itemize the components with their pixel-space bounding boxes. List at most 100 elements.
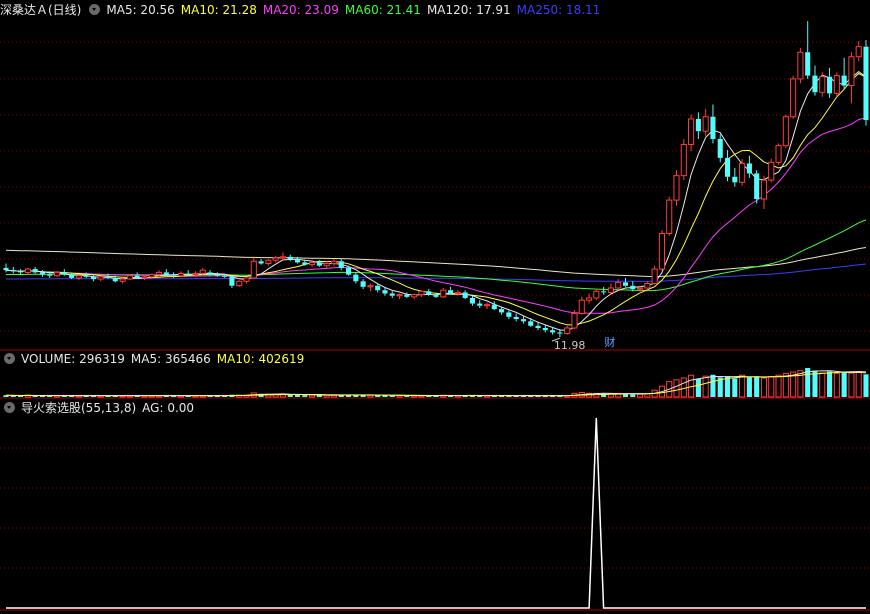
candle-body-up [199,269,206,275]
candle-body-down [469,297,475,304]
candle-body-down [338,261,344,268]
candle-body-down [433,294,439,297]
candle-body-up [272,257,279,261]
candle-body-down [491,304,497,310]
candle-body-up [418,290,425,296]
candle-body-down [404,294,410,297]
indicator-label: MA5: 365466 [130,352,211,366]
dropdown-circle-icon[interactable] [4,402,15,413]
volume-bar-down [754,376,760,397]
candle-body-down [83,275,89,277]
volume-bar-up [309,394,316,398]
volume-bar-down [863,374,869,397]
volume-bar-up [775,374,782,398]
indicator-label: MA5: 20.56 [106,3,175,17]
candle-body-up [651,268,658,285]
signal-indicator-list: 导火索选股(55,13,8) AG: 0.00 [21,401,200,415]
candle-body-down [345,267,352,275]
candle-body-down [302,262,308,265]
volume-bar-down [287,394,293,397]
volume-bar-down [695,378,701,397]
candle-body-up [782,116,789,147]
volume-bar-down [841,372,847,397]
candle-body-down [528,321,534,326]
volume-bar-up [637,393,644,398]
candle-body-up [833,75,840,94]
price-panel-header: 深桑达Ａ(日线) MA5: 20.56 MA10: 21.28 MA20: 23.09… [0,0,612,20]
candle-body-down [717,138,723,158]
candle-body-down [535,325,541,328]
candle-body-up [586,297,593,301]
candle-body-down [550,330,556,333]
volume-bar-down [302,395,308,397]
volume-bar-down [389,395,395,397]
candle-body-down [542,327,548,331]
candle-body-up [367,285,374,288]
candle-body-down [732,176,738,183]
dropdown-circle-icon[interactable] [4,353,15,364]
candle-body-down [185,273,191,275]
candle-body-down [229,276,235,286]
indicator-label: MA60: 21.41 [344,3,421,17]
candle-body-down [375,285,381,291]
candle-body-down [477,303,483,306]
volume-indicator-list: VOLUME: 296319 MA5: 365466 MA10: 402619 [21,352,310,366]
volume-bar-down [812,370,818,397]
candle-body-down [754,173,760,200]
volume-panel-header: VOLUME: 296319 MA5: 365466 MA10: 402619 [0,349,316,369]
candle-body-down [426,291,432,295]
indicator-label: MA120: 17.91 [426,3,511,17]
candle-body-up [483,304,491,307]
candle-body-down [695,118,701,132]
candle-body-up [688,118,695,146]
candle-body-up [855,46,862,58]
candle-body-up [739,162,746,183]
volume-bar-up [680,377,687,398]
candle-body-up [760,179,768,200]
candle-body-down [287,256,293,260]
dropdown-circle-icon[interactable] [89,4,101,15]
candle-body-up [768,161,775,181]
candle-body-up [265,259,272,264]
candle-body-up [141,276,148,279]
candle-body-down [557,332,563,334]
candle-body-down [622,282,629,286]
kline-chart[interactable]: 11.98 财 深桑达Ａ(日线) MA5: 20.56 MA10: 21.28 MA20… [0,0,870,614]
candle-body-up [177,273,184,277]
candle-body-up [309,261,316,266]
candle-body-up [571,313,578,329]
price-indicator-list: MA5: 20.56 MA10: 21.28 MA20: 23.09 MA60: 21… [106,3,606,17]
candle-body-down [506,312,512,317]
candle-body-down [163,272,169,275]
candle-body-up [666,199,673,234]
candle-body-down [18,271,24,273]
candle-body-up [819,76,826,93]
candle-body-up [396,294,403,297]
volume-bar-up [673,379,680,398]
candle-body-down [710,116,716,139]
indicator-label: VOLUME: 296319 [21,352,125,366]
volume-bar-up [855,371,862,398]
volume-bar-down [732,378,738,397]
candle-body-up [848,56,855,87]
candle-body-down [105,276,111,278]
candle-body-up [658,232,665,270]
volume-bar-up [768,376,775,398]
candle-body-down [61,272,67,275]
volume-bar-up [760,377,768,398]
candle-body-up [243,277,250,282]
candle-body-down [746,163,752,174]
candle-body-down [10,270,16,272]
volume-bar-down [746,377,752,397]
candle-body-down [601,291,607,293]
candle-body-down [214,274,220,276]
candle-body-up [192,273,199,276]
candle-body-down [316,262,322,266]
ma20-line [5,117,867,314]
candle-body-up [250,260,257,279]
candle-body-up [680,144,687,177]
candle-body-down [630,285,636,290]
candle-body-up [97,276,104,280]
candle-body-down [724,157,731,177]
chart-canvas[interactable]: 11.98 财 [0,0,870,614]
